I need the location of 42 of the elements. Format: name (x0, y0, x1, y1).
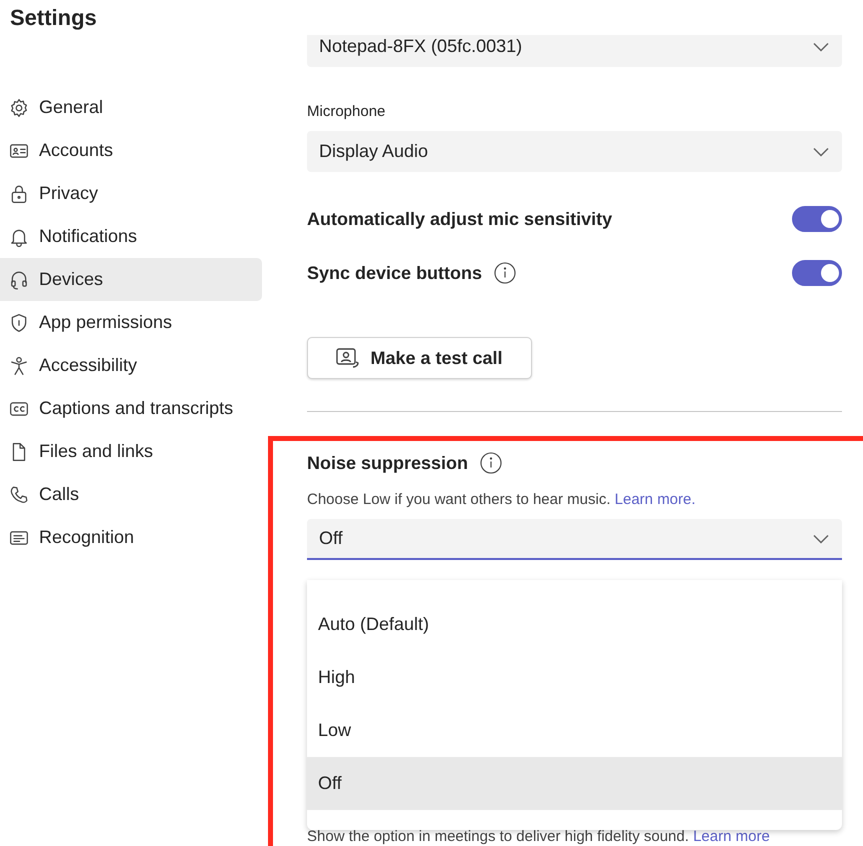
sidebar-item[interactable]: Privacy (0, 172, 262, 215)
dropdown-option[interactable]: High (307, 651, 842, 704)
sidebar-item[interactable]: Notifications (0, 215, 262, 258)
settings-title: Settings (9, 4, 98, 32)
dropdown-option[interactable]: Auto (Default) (307, 598, 842, 651)
dropdown-option[interactable]: Low (307, 704, 842, 757)
gear-icon (9, 98, 29, 118)
info-icon (480, 452, 502, 474)
video-call-icon (336, 347, 360, 369)
chevron-down-icon (812, 534, 830, 544)
shield-icon (9, 312, 29, 332)
sidebar-item[interactable]: Accounts (0, 129, 262, 172)
learn-more-link[interactable]: Learn more (693, 828, 770, 845)
sidebar-item[interactable]: Devices (0, 258, 262, 301)
setting-label: Automatically adjust mic sensitivity (307, 208, 612, 230)
toggle-switch[interactable] (792, 206, 842, 232)
learn-more-link[interactable]: Learn more. (614, 491, 696, 508)
noise-suppression-dropdown[interactable]: Off (307, 519, 842, 560)
chevron-down-icon (812, 146, 830, 156)
sidebar-item[interactable]: General (0, 86, 262, 129)
chevron-down-icon (812, 42, 830, 52)
sidebar-item[interactable]: Captions and transcripts (0, 387, 262, 430)
setting-label: Sync device buttons (307, 262, 482, 284)
section-title: Noise suppression (307, 452, 468, 474)
dropdown-option[interactable]: Off (307, 757, 842, 810)
sidebar-item[interactable]: Files and links (0, 430, 262, 473)
toggle-switch[interactable] (792, 260, 842, 286)
sidebar-item[interactable]: Calls (0, 473, 262, 516)
test-call-button[interactable]: Make a test call (307, 337, 532, 379)
sidebar-item[interactable]: Accessibility (0, 344, 262, 387)
microphone-dropdown[interactable]: Display Audio (307, 131, 842, 172)
sidebar-item[interactable]: Recognition (0, 516, 262, 559)
description-text: Choose Low if you want others to hear music. Learn more. (307, 491, 697, 508)
speaker-dropdown[interactable]: Notepad-8FX (05fc.0031) (307, 35, 842, 67)
bell-icon (9, 226, 29, 246)
sidebar-item[interactable]: App permissions (0, 301, 262, 344)
description-text: Show the option in meetings to deliver high fidelity sound. Learn more (307, 828, 770, 845)
lock-icon (9, 184, 29, 204)
field-label: Microphone (307, 103, 386, 120)
person-icon (9, 356, 29, 376)
phone-icon (9, 484, 29, 504)
headset-icon (9, 270, 29, 290)
